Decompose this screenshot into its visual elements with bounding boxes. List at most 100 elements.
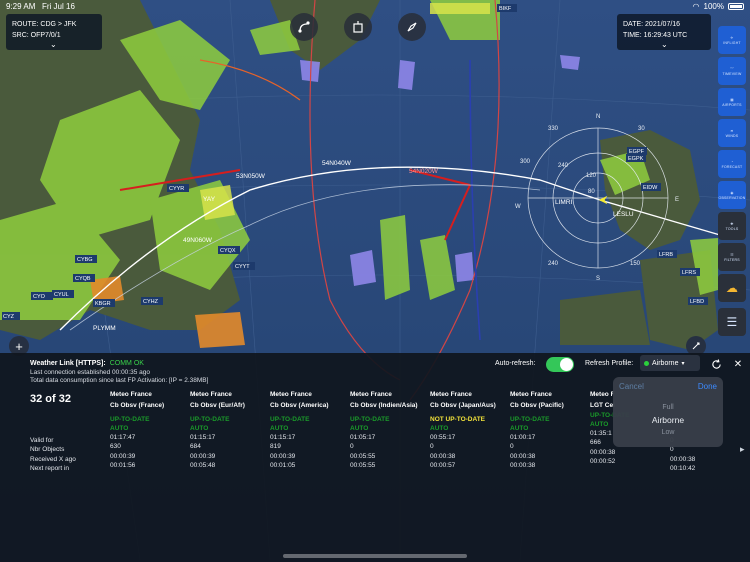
refresh-button[interactable] [708,356,724,372]
column-provider: Meteo France [510,391,552,398]
svg-text:CYQB: CYQB [75,276,91,282]
cell-received: 00:05:55 [350,452,376,460]
svg-text:CYYR: CYYR [169,186,184,192]
table-column: Meteo France Cb Obsv (Eur/Afr) UP-TO-DAT… [190,389,268,470]
forecast-button[interactable]: ◔ FORECAST [718,150,746,178]
column-status: UP-TO-DATE [190,416,230,423]
column-provider: Meteo France [190,391,232,398]
row-label-next: Next report in [30,464,70,472]
route-icon [298,21,310,33]
date-info-box[interactable]: DATE: 2021/07/16 TIME: 16:29:43 UTC ⌄ [617,14,711,50]
airports-button[interactable]: ▦ AIRPORTS [718,88,746,116]
table-column: Meteo France Cb Obsv (Pacific) UP-TO-DAT… [510,389,588,470]
plus-icon: + [15,338,23,354]
svg-text:PLYMM: PLYMM [93,325,116,332]
chevron-down-icon[interactable]: ⌄ [661,39,668,50]
svg-text:KBGR: KBGR [95,301,111,307]
observation-icon: ◉ [730,190,734,195]
wifi-icon: ◠ [692,2,700,11]
column-values: 01:00:17 0 00:00:38 00:00:38 [510,433,588,470]
svg-text:240: 240 [548,261,559,267]
svg-text:LIMRI: LIMRI [555,199,573,206]
row-label-objects: Nbr Objects [30,446,65,454]
airport-tool-button[interactable] [344,13,372,41]
column-product: Cb Obsv (France) [110,402,165,409]
svg-text:330: 330 [548,126,559,132]
column-mode: AUTO [430,425,449,432]
timeview-button[interactable]: 〰 TIMEVIEW [718,57,746,85]
cell-objects: 0 [430,443,434,451]
column-values: 01:15:17 819 00:00:39 00:01:05 [270,433,348,470]
cell-next: 00:05:55 [350,461,376,469]
status-date: Fri Jul 16 [42,2,75,11]
refresh-profile-label: Refresh Profile: [585,360,634,367]
picker-done-button[interactable]: Done [698,382,717,391]
picker-cancel-button[interactable]: Cancel [619,382,644,391]
row-labels: Valid for Nbr Objects Received X ago Nex… [30,436,76,473]
route-tool-button[interactable] [290,13,318,41]
column-status: UP-TO-DATE [110,416,150,423]
tools-icon: ✚ [730,221,734,226]
column-values: 01:15:17 684 00:00:39 00:05:48 [190,433,268,470]
observation-button[interactable]: ◉ OBSERVATION [718,181,746,209]
profile-status-dot [644,360,649,366]
chevron-down-icon[interactable]: ⌄ [50,39,57,50]
menu-button[interactable]: ☰ [718,308,746,336]
row-label-received: Received X ago [30,455,76,463]
column-status: UP-TO-DATE [510,416,550,423]
column-mode: AUTO [350,425,369,432]
caret-down-icon: ▾ [681,360,685,367]
column-status: NOT UP-TO-DATE [430,416,486,423]
cell-received: 00:00:38 [510,452,536,460]
svg-text:53N050W: 53N050W [236,173,266,180]
airports-icon: ▦ [730,97,734,102]
filters-icon: ☷ [730,252,734,257]
table-column: Meteo France Cb Obsv (America) UP-TO-DAT… [270,389,348,470]
home-indicator[interactable] [283,554,467,558]
cell-objects: 630 [110,443,121,451]
auto-refresh-label: Auto-refresh: [495,360,536,367]
weather-layer-button[interactable]: ☁ [718,274,746,302]
hamburger-icon: ☰ [726,315,738,329]
picker-option-full[interactable]: Full [613,404,723,411]
date-text: DATE: 2021/07/16 [623,21,681,28]
cell-next: 00:00:38 [510,461,536,469]
cell-objects: 684 [190,443,201,451]
filters-button[interactable]: ☷ FILTERS [718,243,746,271]
column-product: Cb Obsv (Pacific) [510,402,564,409]
refresh-profile-value: Airborne [652,359,679,367]
column-mode: AUTO [270,425,289,432]
cell-valid: 01:00:17 [510,434,536,441]
picker-option-low[interactable]: Low [613,429,723,436]
inflight-button[interactable]: ✈ INFLIGHT [718,26,746,54]
column-values: 00:55:17 0 00:00:38 00:00:57 [430,433,508,470]
svg-text:CYQX: CYQX [220,248,236,254]
cell-valid: 01:15:17 [190,434,216,441]
svg-text:49N060W: 49N060W [183,237,213,244]
svg-text:54N040W: 54N040W [322,160,352,167]
route-info-box[interactable]: ROUTE: CDG > JFK SRC: OFP7/0/1 ⌄ [6,14,102,50]
status-time: 9:29 AM [6,2,36,11]
svg-text:CYO: CYO [33,294,46,300]
tools-button[interactable]: ✚ TOOLS [718,212,746,240]
svg-text:YAY: YAY [203,196,216,203]
close-button[interactable]: ✕ [730,356,746,372]
row-label-valid: Valid for [30,437,54,444]
compass-tool-button[interactable] [398,13,426,41]
cell-objects: 0 [510,443,514,451]
svg-text:EIDW: EIDW [643,185,658,191]
column-product: Cb Obsv (America) [270,402,329,409]
cell-next: 00:01:05 [270,461,296,469]
svg-text:EGPK: EGPK [628,156,644,162]
scroll-right-arrow[interactable]: ▸ [740,444,745,455]
column-values: 01:05:17 0 00:05:55 00:05:55 [350,433,428,470]
weather-link-title: Weather Link [HTTPS]: COMM OK [30,360,144,367]
cell-next: 00:10:42 [670,464,696,472]
cell-objects: 819 [270,443,281,451]
winds-button[interactable]: ≋ WINDS [718,119,746,147]
refresh-profile-select[interactable]: Airborne ▾ [640,355,700,371]
picker-option-airborne[interactable]: Airborne [613,415,723,425]
airport-icon [353,21,363,33]
auto-refresh-toggle[interactable] [546,357,574,372]
compose-icon [692,342,700,350]
